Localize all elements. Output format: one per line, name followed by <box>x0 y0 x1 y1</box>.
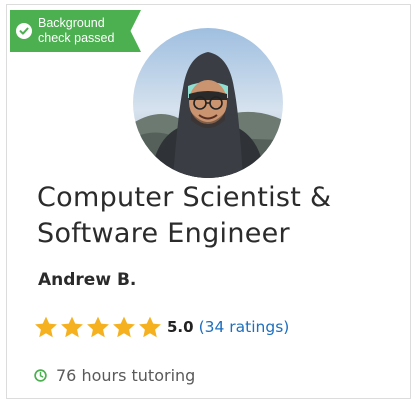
background-check-badge: Background check passed <box>10 10 141 52</box>
star-icon <box>87 316 109 337</box>
tutor-title: Computer Scientist & Software Engineer <box>37 180 397 252</box>
check-circle-icon <box>16 23 32 39</box>
ratings-link[interactable]: (34 ratings) <box>199 318 290 336</box>
tutor-title-line2: Software Engineer <box>37 218 290 249</box>
tutoring-hours: 76 hours tutoring <box>34 366 195 385</box>
badge-label: Background check passed <box>38 16 114 46</box>
rating-row: 5.0 (34 ratings) <box>33 313 289 341</box>
star-icon <box>113 316 135 337</box>
rating-score: 5.0 <box>167 318 194 336</box>
star-icon <box>61 316 83 337</box>
tutor-title-line1: Computer Scientist & <box>37 182 332 213</box>
tutor-name: Andrew B. <box>38 270 137 290</box>
avatar[interactable] <box>133 28 283 178</box>
star-rating <box>33 315 163 340</box>
clock-icon <box>34 369 47 382</box>
star-icon <box>139 316 161 337</box>
badge-label-line1: Background <box>38 16 105 30</box>
badge-label-line2: check passed <box>38 31 115 45</box>
avatar-photo <box>133 28 283 178</box>
tutoring-hours-label: 76 hours tutoring <box>56 366 196 385</box>
star-icon <box>35 316 57 337</box>
